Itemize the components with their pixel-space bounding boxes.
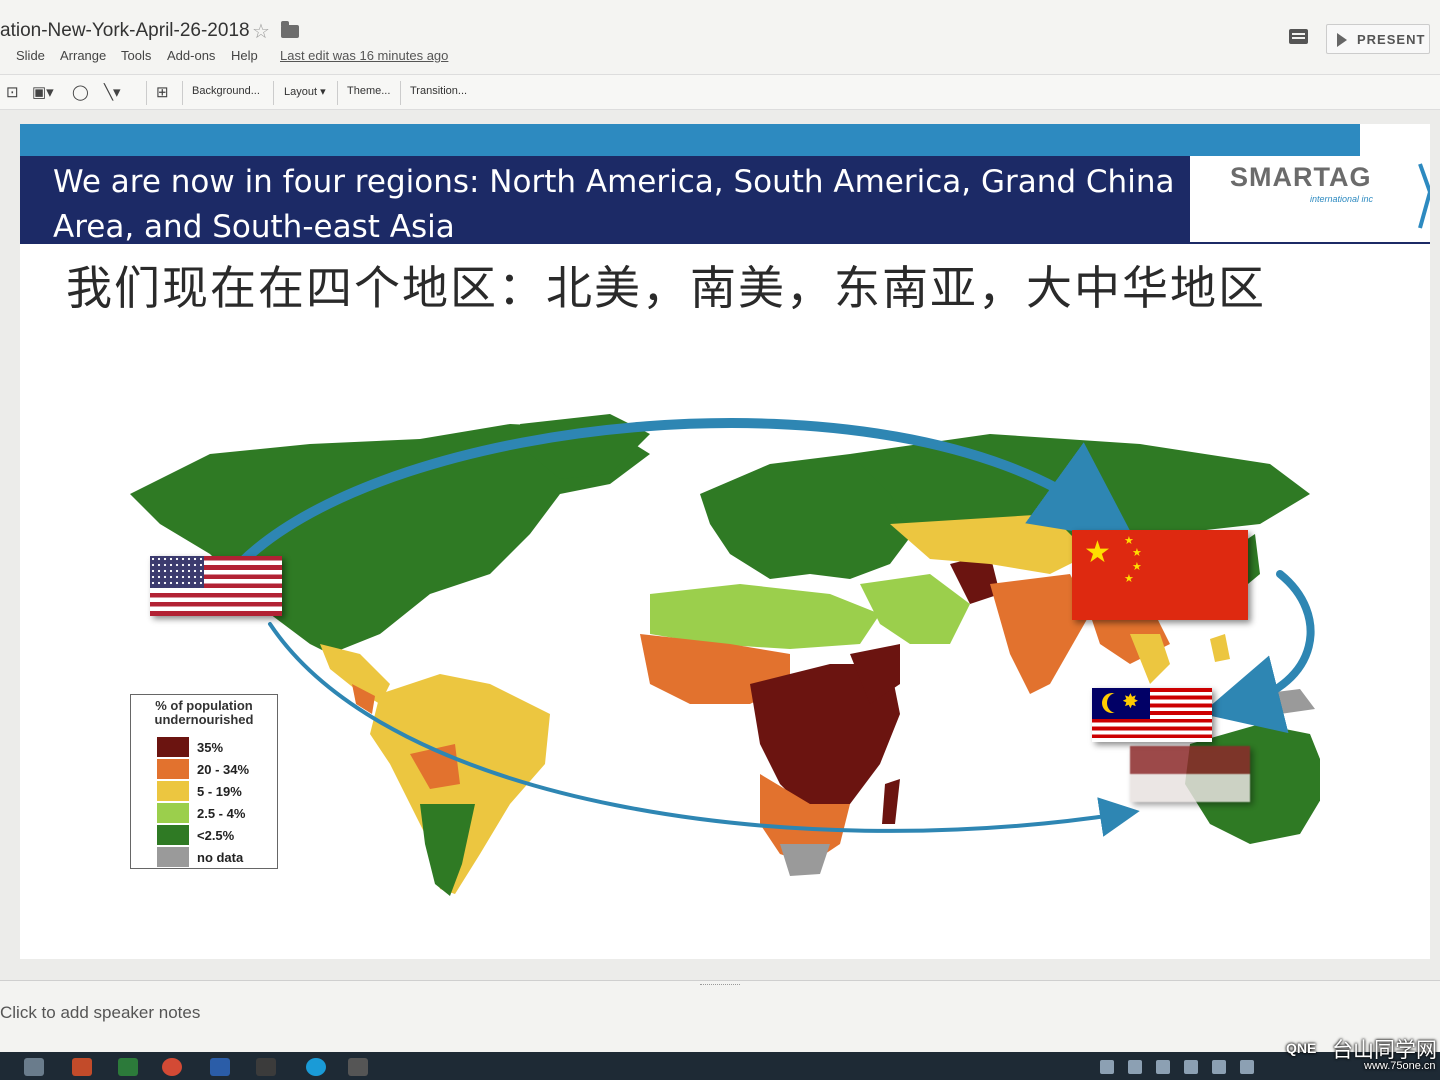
slide-title-chinese[interactable]: 我们现在在四个地区：北美，南美，东南亚，大中华地区: [66, 252, 1266, 318]
logo-swoosh-icon: [1418, 163, 1430, 229]
editor-header: ation-New-York-April-26-2018 ☆ Slide Arr…: [0, 0, 1440, 74]
madagascar-region: [882, 779, 900, 824]
legend-label: 35%: [197, 740, 224, 755]
menu-help[interactable]: Help: [231, 48, 258, 63]
tray-icon[interactable]: [1128, 1060, 1142, 1074]
excel-icon[interactable]: [118, 1058, 138, 1076]
toolbar-divider: [273, 81, 274, 105]
menu-add-ons[interactable]: Add-ons: [167, 48, 215, 63]
china-flag-small-star: ★: [1132, 547, 1142, 559]
folder-icon[interactable]: [281, 21, 299, 38]
legend-swatch: [157, 803, 189, 823]
transition-button[interactable]: Transition...: [410, 85, 467, 97]
shape-icon[interactable]: ◯: [72, 85, 89, 101]
logo-text: SMARTAG: [1230, 162, 1372, 192]
company-logo: SMARTAG international inc: [1190, 156, 1430, 244]
legend-swatch: [157, 759, 189, 779]
notes-resize-handle[interactable]: [700, 984, 740, 987]
os-taskbar: [0, 1052, 1440, 1080]
malaysia-flag-star: ✸: [1122, 691, 1139, 713]
middle-east-region: [860, 574, 970, 644]
layout-label: Layout: [284, 86, 318, 98]
indonesia-flag-icon[interactable]: [1130, 746, 1250, 802]
legend-swatch: [157, 781, 189, 801]
toolbar-divider: [400, 81, 401, 105]
toolbar-divider: [182, 81, 183, 105]
chrome-icon[interactable]: [162, 1058, 182, 1076]
last-edit-link[interactable]: Last edit was 16 minutes ago: [280, 48, 448, 63]
philippines-region: [1210, 634, 1230, 662]
us-flag-canton: [150, 556, 204, 588]
legend-title: % of population undernourished: [154, 698, 254, 727]
tray-icon[interactable]: [1156, 1060, 1170, 1074]
arrow-to-malaysia: [1201, 570, 1315, 734]
background-button[interactable]: Background...: [192, 85, 260, 97]
malaysia-flag-canton: ✸: [1092, 688, 1150, 719]
taskbar-app-icon[interactable]: [72, 1058, 92, 1076]
legend-swatch: [157, 847, 189, 867]
accent-strip: [20, 124, 1360, 156]
taskbar-app-icon[interactable]: [348, 1058, 368, 1076]
speaker-notes-placeholder[interactable]: Click to add speaker notes: [0, 1003, 200, 1023]
china-flag-small-star: ★: [1132, 561, 1142, 573]
document-title[interactable]: ation-New-York-April-26-2018: [0, 20, 250, 42]
toolbar-divider: [146, 81, 147, 105]
theme-button[interactable]: Theme...: [347, 85, 390, 97]
legend-label: 20 - 34%: [197, 762, 250, 777]
watermark-logo: QNE: [1286, 1040, 1317, 1056]
comments-icon[interactable]: [1289, 29, 1308, 44]
star-icon[interactable]: ☆: [252, 19, 270, 44]
malaysia-flag-icon[interactable]: ✸: [1092, 688, 1212, 742]
add-comment-icon[interactable]: ⊞: [156, 85, 169, 101]
menu-arrange[interactable]: Arrange: [60, 48, 106, 63]
taskbar-app-icon[interactable]: [24, 1058, 44, 1076]
speaker-notes-panel[interactable]: Click to add speaker notes: [0, 980, 1440, 1052]
tray-icon[interactable]: [1240, 1060, 1254, 1074]
legend-label: <2.5%: [197, 828, 235, 843]
present-button[interactable]: PRESENT: [1326, 24, 1430, 54]
line-icon[interactable]: ╲▾: [104, 85, 121, 101]
menu-slide[interactable]: Slide: [16, 48, 45, 63]
china-flag-small-star: ★: [1124, 573, 1134, 585]
tray-icon[interactable]: [1100, 1060, 1114, 1074]
terminal-icon[interactable]: [256, 1058, 276, 1076]
slide-title-english[interactable]: We are now in four regions: North Americ…: [53, 160, 1183, 250]
play-icon: [1337, 33, 1347, 47]
legend-label: 5 - 19%: [197, 784, 242, 799]
skype-icon[interactable]: [306, 1058, 326, 1076]
legend-label: no data: [197, 850, 244, 865]
image-icon[interactable]: ▣▾: [32, 85, 54, 101]
tray-icon[interactable]: [1212, 1060, 1226, 1074]
word-icon[interactable]: [210, 1058, 230, 1076]
china-flag-star: ★: [1084, 536, 1111, 569]
slide-canvas: We are now in four regions: North Americ…: [0, 110, 1440, 980]
china-flag-icon[interactable]: ★ ★ ★ ★ ★: [1072, 530, 1248, 620]
legend-label: 2.5 - 4%: [197, 806, 246, 821]
legend-swatch: [157, 825, 189, 845]
present-label: PRESENT: [1357, 32, 1426, 47]
south-africa-region: [780, 844, 830, 876]
layout-button[interactable]: Layout ▾: [284, 85, 326, 98]
tray-icon[interactable]: [1184, 1060, 1198, 1074]
logo-subtext: international inc: [1310, 194, 1374, 204]
watermark-url: www.75one.cn: [1364, 1060, 1436, 1072]
legend-swatch: [157, 737, 189, 757]
china-flag-small-star: ★: [1124, 535, 1134, 547]
us-flag-icon[interactable]: [150, 556, 282, 616]
map-legend: % of population undernourished 35% 20 - …: [130, 694, 278, 869]
menu-tools[interactable]: Tools: [121, 48, 151, 63]
toolbar-divider: [337, 81, 338, 105]
slide[interactable]: We are now in four regions: North Americ…: [20, 124, 1430, 959]
toolbar: ⊡ ▣▾ ◯ ╲▾ ⊞ Background... Layout ▾ Theme…: [0, 74, 1440, 110]
crescent-icon: [1102, 693, 1126, 713]
text-box-icon[interactable]: ⊡: [6, 85, 19, 101]
